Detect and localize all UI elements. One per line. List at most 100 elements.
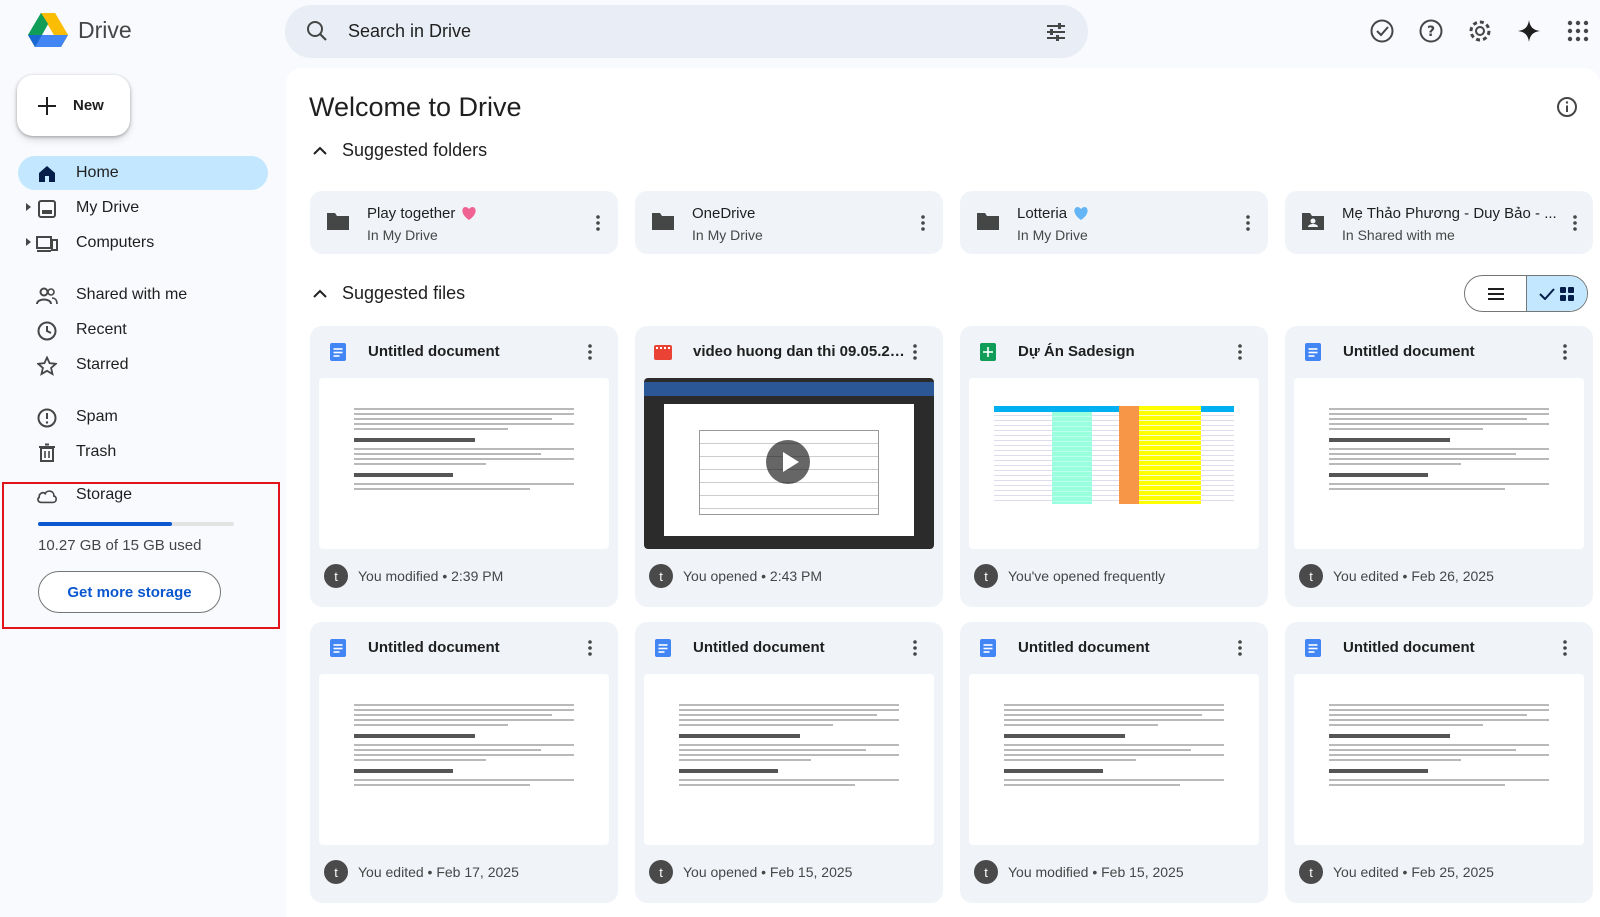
- sidebar-item-label: Home: [76, 164, 119, 181]
- file-card[interactable]: video huong dan thi 09.05.20... t You open…: [635, 326, 943, 607]
- search-icon[interactable]: [305, 19, 329, 48]
- folder-name: OneDrive: [692, 205, 756, 222]
- folder-location: In Shared with me: [1342, 227, 1455, 243]
- chevron-up-icon: [313, 289, 327, 298]
- file-card[interactable]: Untitled document t You modified • Feb 15,…: [960, 622, 1268, 903]
- page-title: Welcome to Drive: [309, 92, 522, 122]
- file-thumbnail[interactable]: [969, 674, 1259, 845]
- google-docs-icon: [980, 639, 996, 657]
- more-options-icon[interactable]: [905, 340, 925, 364]
- suggested-files-label: Suggested files: [342, 283, 466, 303]
- chevron-up-icon: [313, 146, 327, 155]
- new-button[interactable]: New: [17, 75, 130, 136]
- more-options-icon[interactable]: [905, 636, 925, 660]
- file-card[interactable]: Untitled document t You edited • Feb 17, 2…: [310, 622, 618, 903]
- grid-view-button[interactable]: [1526, 276, 1587, 311]
- sidebar-item-label: Trash: [76, 443, 117, 460]
- avatar: t: [649, 564, 673, 588]
- sidebar-item-shared-with-me[interactable]: Shared with me: [18, 278, 268, 312]
- file-card[interactable]: Dự Án Sadesign t You've opened frequently: [960, 326, 1268, 607]
- file-activity-text: You opened • 2:43 PM: [683, 568, 823, 584]
- more-options-icon[interactable]: [588, 211, 608, 235]
- computers-icon: [36, 233, 58, 255]
- folder-card[interactable]: Mẹ Thảo Phương - Duy Bảo - ... In Shared…: [1285, 191, 1593, 254]
- suggested-folders-header[interactable]: Suggested folders: [312, 140, 487, 161]
- more-options-icon[interactable]: [913, 211, 933, 235]
- sidebar-item-spam[interactable]: Spam: [18, 400, 268, 434]
- folder-card[interactable]: OneDrive In My Drive: [635, 191, 943, 254]
- file-thumbnail[interactable]: [1294, 674, 1584, 845]
- file-card[interactable]: Untitled document t You edited • Feb 26, 2…: [1285, 326, 1593, 607]
- folder-icon: [652, 213, 674, 230]
- folder-card[interactable]: Play together In My Drive: [310, 191, 618, 254]
- file-card[interactable]: Untitled document t You modified • 2:39 PM: [310, 326, 618, 607]
- more-options-icon[interactable]: [1230, 340, 1250, 364]
- checkmark-icon: [1539, 287, 1555, 300]
- google-docs-icon: [1305, 343, 1321, 361]
- search-bar[interactable]: Search in Drive: [285, 5, 1088, 58]
- sidebar-item-label: Recent: [76, 321, 127, 338]
- file-card[interactable]: Untitled document t You edited • Feb 25, 2…: [1285, 622, 1593, 903]
- more-options-icon[interactable]: [1555, 340, 1575, 364]
- folder-card[interactable]: Lotteria In My Drive: [960, 191, 1268, 254]
- file-thumbnail[interactable]: [1294, 378, 1584, 549]
- file-activity-text: You edited • Feb 25, 2025: [1333, 864, 1494, 880]
- settings-gear-icon[interactable]: [1463, 14, 1497, 48]
- apps-grid-icon[interactable]: [1561, 14, 1595, 48]
- file-name: Untitled document: [1343, 343, 1475, 360]
- play-button-icon[interactable]: [766, 440, 810, 484]
- video-file-icon: [654, 345, 672, 360]
- folder-icon: [327, 213, 349, 230]
- file-thumbnail[interactable]: [319, 378, 609, 549]
- sidebar-item-home[interactable]: Home: [18, 156, 268, 190]
- sidebar-item-trash[interactable]: Trash: [18, 435, 268, 469]
- home-icon: [36, 163, 58, 185]
- file-name: Untitled document: [1343, 639, 1475, 656]
- offline-ready-icon[interactable]: [1365, 14, 1399, 48]
- expand-caret-icon[interactable]: [26, 203, 31, 211]
- drive-logo-icon: [28, 13, 68, 47]
- file-card[interactable]: Untitled document t You opened • Feb 15, 2…: [635, 622, 943, 903]
- file-activity-text: You modified • 2:39 PM: [358, 568, 504, 584]
- file-activity-text: You edited • Feb 17, 2025: [358, 864, 519, 880]
- more-options-icon[interactable]: [580, 636, 600, 660]
- avatar: t: [974, 860, 998, 884]
- sidebar-item-starred[interactable]: Starred: [18, 348, 268, 382]
- list-icon: [1487, 287, 1504, 300]
- drive-logo[interactable]: Drive: [28, 12, 132, 48]
- suggested-files-header[interactable]: Suggested files: [312, 283, 465, 304]
- svg-text:?: ?: [1427, 24, 1435, 40]
- file-activity-text: You opened • Feb 15, 2025: [683, 864, 853, 880]
- shared-people-icon: [36, 285, 58, 307]
- more-options-icon[interactable]: [1238, 211, 1258, 235]
- google-docs-icon: [330, 343, 346, 361]
- more-options-icon[interactable]: [1555, 636, 1575, 660]
- info-icon[interactable]: [1556, 96, 1578, 123]
- avatar: t: [1299, 860, 1323, 884]
- search-options-icon[interactable]: [1044, 20, 1068, 49]
- google-docs-icon: [655, 639, 671, 657]
- expand-caret-icon[interactable]: [26, 238, 31, 246]
- more-options-icon[interactable]: [1565, 211, 1585, 235]
- sidebar-item-recent[interactable]: Recent: [18, 313, 268, 347]
- sidebar-item-computers[interactable]: Computers: [18, 226, 268, 260]
- help-icon[interactable]: ?: [1414, 14, 1448, 48]
- my-drive-icon: [36, 198, 58, 220]
- view-toggle: [1464, 275, 1588, 312]
- file-thumbnail[interactable]: [319, 674, 609, 845]
- google-docs-icon: [330, 639, 346, 657]
- highlight-box: [2, 482, 280, 629]
- sidebar-item-my-drive[interactable]: My Drive: [18, 191, 268, 225]
- folder-location: In My Drive: [692, 227, 763, 243]
- file-thumbnail[interactable]: [644, 674, 934, 845]
- list-view-button[interactable]: [1465, 276, 1526, 311]
- file-activity-text: You edited • Feb 26, 2025: [1333, 568, 1494, 584]
- file-thumbnail[interactable]: [644, 378, 934, 549]
- gemini-sparkle-icon[interactable]: [1512, 14, 1546, 48]
- file-thumbnail[interactable]: [969, 378, 1259, 549]
- file-name: video huong dan thi 09.05.20...: [693, 343, 908, 360]
- more-options-icon[interactable]: [580, 340, 600, 364]
- more-options-icon[interactable]: [1230, 636, 1250, 660]
- avatar: t: [649, 860, 673, 884]
- search-input[interactable]: Search in Drive: [348, 21, 471, 42]
